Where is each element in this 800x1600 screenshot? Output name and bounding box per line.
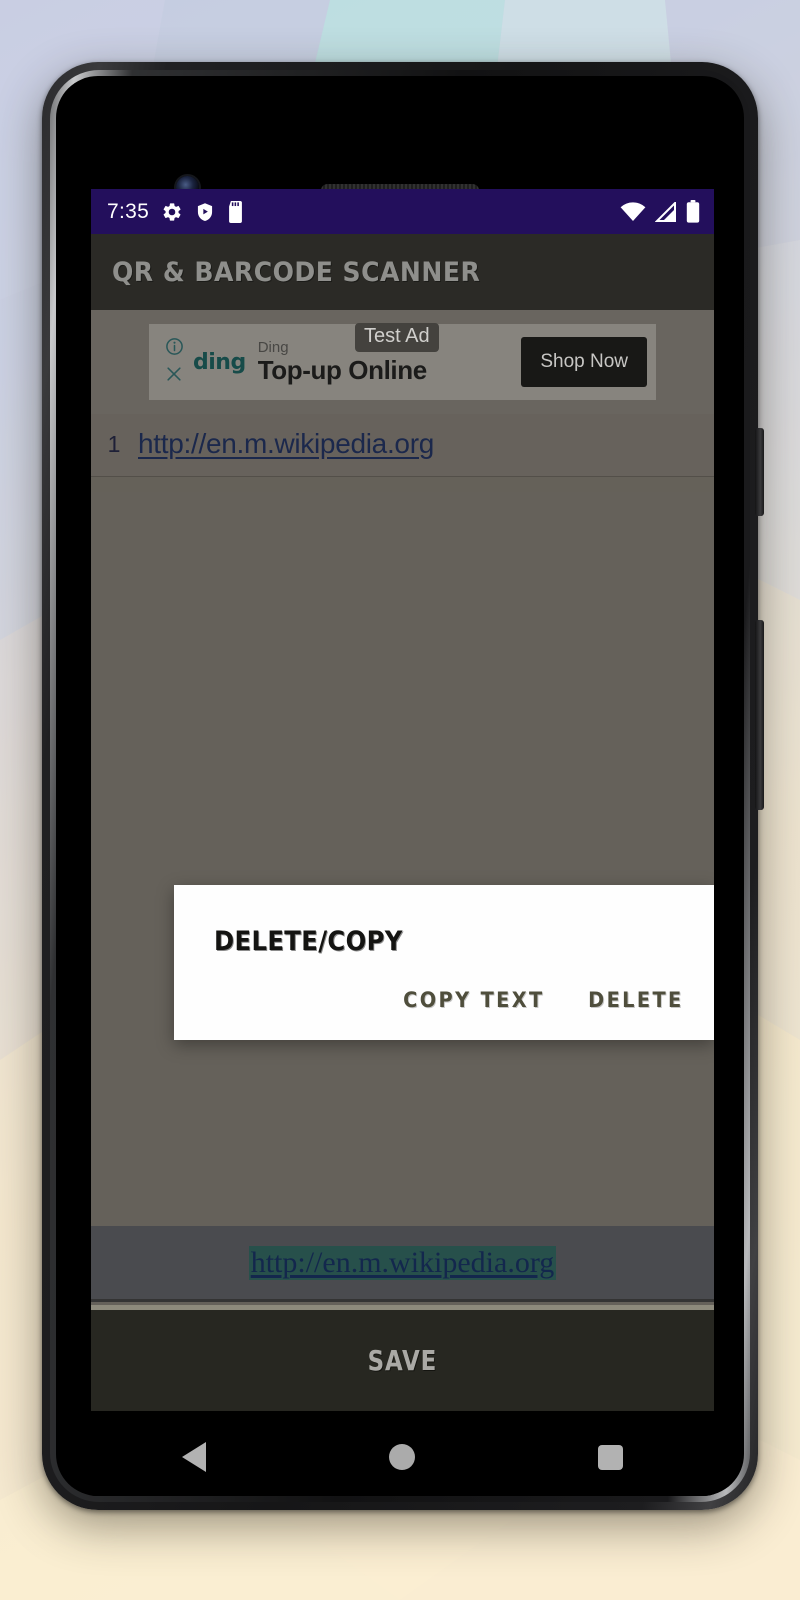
close-x-icon[interactable]	[165, 365, 183, 388]
power-button[interactable]	[755, 428, 764, 516]
copy-text-button[interactable]: COPY TEXT	[404, 988, 545, 1012]
phone-screen: 7:35 QR & BARCODE SCANNER ding Ding Top-…	[56, 76, 744, 1496]
table-row[interactable]: 1 http://en.m.wikipedia.org	[91, 414, 714, 477]
battery-icon	[686, 200, 700, 223]
save-button[interactable]: SAVE	[91, 1305, 714, 1411]
ad-headline: Top-up Online	[257, 354, 427, 385]
ad-controls	[157, 337, 191, 388]
dialog-title: DELETE/COPY	[214, 926, 403, 957]
info-circle-icon[interactable]	[165, 337, 184, 361]
status-bar-right-icons	[620, 200, 700, 223]
ad-banner-container: ding Ding Top-up Online Test Ad Shop Now	[91, 310, 714, 414]
gear-icon	[161, 201, 183, 223]
save-button-label: SAVE	[367, 1344, 438, 1377]
app-title: QR & BARCODE SCANNER	[112, 256, 481, 288]
app-bar: QR & BARCODE SCANNER	[91, 234, 714, 310]
wifi-icon	[620, 201, 646, 222]
selected-url-bar: http://en.m.wikipedia.org	[91, 1226, 714, 1302]
volume-button[interactable]	[755, 620, 764, 810]
status-bar: 7:35	[91, 189, 714, 234]
ad-banner[interactable]: ding Ding Top-up Online Test Ad Shop Now	[149, 323, 656, 400]
dialog-actions: COPY TEXT DELETE	[397, 988, 688, 1012]
sd-card-icon	[227, 200, 244, 223]
row-url-link[interactable]: http://en.m.wikipedia.org	[138, 428, 434, 460]
home-circle-icon[interactable]	[388, 1444, 415, 1470]
ad-brand-logo: ding	[193, 349, 246, 375]
android-nav-bar	[91, 1411, 714, 1496]
cell-signal-icon	[655, 201, 677, 222]
phone-device: 7:35 QR & BARCODE SCANNER ding Ding Top-…	[42, 62, 764, 1510]
status-clock: 7:35	[107, 199, 150, 223]
delete-button[interactable]: DELETE	[588, 988, 683, 1012]
content-area: ding Ding Top-up Online Test Ad Shop Now…	[91, 310, 714, 1411]
android-viewport: 7:35 QR & BARCODE SCANNER ding Ding Top-…	[91, 189, 714, 1411]
back-triangle-icon[interactable]	[182, 1442, 207, 1472]
scan-result-list: 1 http://en.m.wikipedia.org	[91, 414, 714, 477]
test-ad-badge: Test Ad	[355, 323, 439, 352]
recents-square-icon[interactable]	[597, 1444, 623, 1470]
delete-copy-dialog: DELETE/COPY COPY TEXT DELETE	[174, 885, 714, 1040]
row-index: 1	[107, 430, 121, 457]
selected-url-text[interactable]: http://en.m.wikipedia.org	[248, 1245, 557, 1280]
shield-play-icon	[195, 201, 215, 223]
shop-now-button[interactable]: Shop Now	[521, 337, 647, 387]
